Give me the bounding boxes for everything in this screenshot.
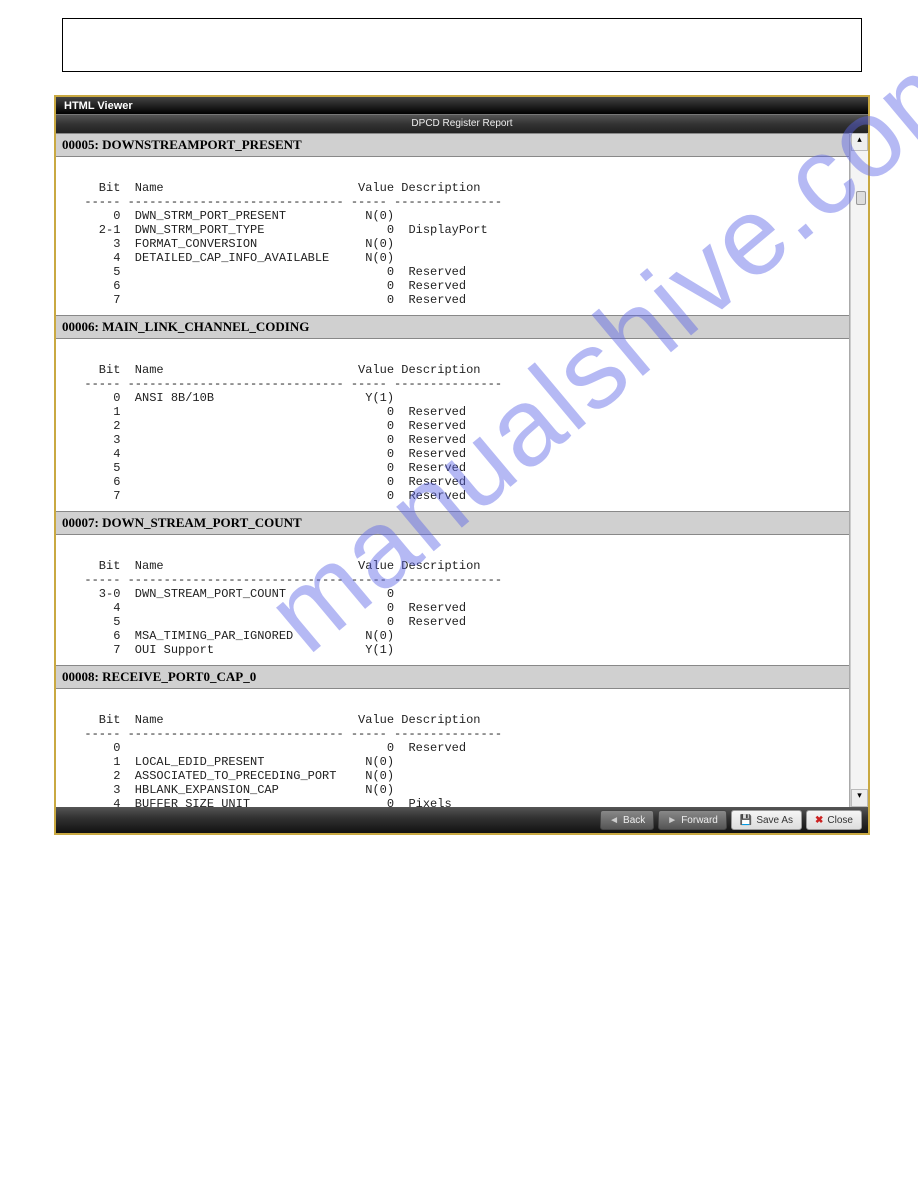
close-button[interactable]: ✖ Close <box>806 810 862 830</box>
register-body: Bit Name Value Description ----- -------… <box>56 157 849 315</box>
register-header: 00006: MAIN_LINK_CHANNEL_CODING <box>56 315 849 339</box>
scroll-down-button[interactable]: ▾ <box>851 789 868 807</box>
scroll-track[interactable] <box>851 151 868 789</box>
back-label: Back <box>623 815 645 826</box>
vertical-scrollbar[interactable]: ▴ ▾ <box>850 133 868 807</box>
scroll-thumb[interactable] <box>856 191 866 205</box>
html-viewer-window: HTML Viewer DPCD Register Report 00005: … <box>54 95 870 835</box>
save-as-button[interactable]: 💾 Save As <box>731 810 802 830</box>
register-body: Bit Name Value Description ----- -------… <box>56 689 849 807</box>
window-title: HTML Viewer <box>56 97 868 115</box>
register-header: 00008: RECEIVE_PORT0_CAP_0 <box>56 665 849 689</box>
arrow-left-icon: ◄ <box>609 815 619 826</box>
save-icon: 💾 <box>740 815 752 826</box>
close-label: Close <box>827 815 853 826</box>
footer-toolbar: ◄ Back ► Forward 💾 Save As ✖ Close <box>56 807 868 833</box>
back-button[interactable]: ◄ Back <box>600 810 654 830</box>
forward-label: Forward <box>681 815 718 826</box>
close-icon: ✖ <box>815 815 823 826</box>
register-header: 00005: DOWNSTREAMPORT_PRESENT <box>56 133 849 157</box>
arrow-right-icon: ► <box>667 815 677 826</box>
save-as-label: Save As <box>756 815 793 826</box>
register-body: Bit Name Value Description ----- -------… <box>56 339 849 511</box>
register-header: 00007: DOWN_STREAM_PORT_COUNT <box>56 511 849 535</box>
report-title-bar: DPCD Register Report <box>56 115 868 133</box>
scroll-up-button[interactable]: ▴ <box>851 133 868 151</box>
register-body: Bit Name Value Description ----- -------… <box>56 535 849 665</box>
report-content: 00005: DOWNSTREAMPORT_PRESENT Bit Name V… <box>56 133 850 807</box>
forward-button[interactable]: ► Forward <box>658 810 727 830</box>
top-empty-box <box>62 18 862 72</box>
